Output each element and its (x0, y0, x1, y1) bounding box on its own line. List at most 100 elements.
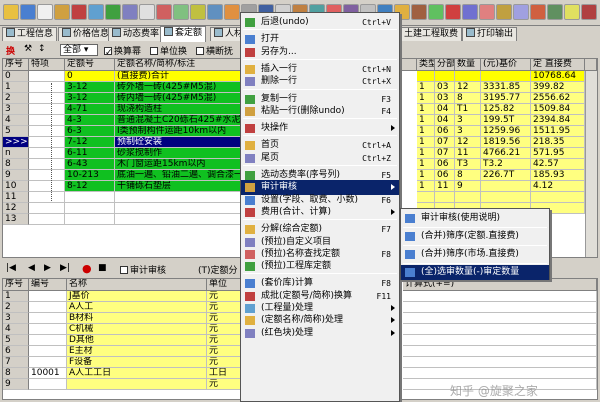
quota-name-cell[interactable]: 底油一遍、铅油二遍、调合漆一 (115, 170, 245, 181)
toolbar-button-icon[interactable] (139, 4, 155, 20)
price-cell[interactable]: 1259.96 (481, 126, 531, 137)
type-cell[interactable]: 1 (417, 82, 435, 93)
row-number[interactable]: 2 (3, 93, 29, 104)
sort-icon[interactable]: ↕ (38, 44, 46, 54)
quota-name-cell[interactable] (115, 203, 245, 214)
tab-print-output[interactable]: 打印输出 (462, 27, 518, 41)
special-cell[interactable] (29, 214, 65, 225)
toolbar-button-icon[interactable] (207, 4, 223, 20)
context-menu-item[interactable]: 另存为... (241, 45, 399, 60)
row-number[interactable]: 4 (3, 115, 29, 126)
row-number[interactable]: n (3, 148, 29, 159)
quota-code-cell[interactable]: 8-12 (65, 181, 115, 192)
type-cell[interactable]: 1 (417, 170, 435, 181)
qty-cell[interactable] (455, 192, 481, 203)
row-number[interactable]: 3 (3, 104, 29, 115)
context-menu-item[interactable]: 尾页 Ctrl+Z (241, 151, 399, 166)
special-cell[interactable] (29, 159, 65, 170)
direct-cost-cell[interactable]: 42.57 (531, 159, 585, 170)
type-cell[interactable]: 1 (417, 93, 435, 104)
type-cell[interactable]: 1 (417, 159, 435, 170)
toolbar-button-icon[interactable] (54, 4, 70, 20)
quota-name-cell[interactable] (115, 192, 245, 203)
part-cell[interactable]: 03 (435, 93, 455, 104)
audit-checkbox[interactable]: 审计审核 (120, 263, 166, 276)
row-number[interactable]: 5 (3, 126, 29, 137)
col-b-seq[interactable]: 序号 (3, 279, 29, 291)
quota-code-cell[interactable]: 4-3 (65, 115, 115, 126)
context-menu-item[interactable]: 块操作 (241, 121, 399, 136)
row-number[interactable]: 1 (3, 82, 29, 93)
special-cell[interactable] (29, 192, 65, 203)
special-cell[interactable] (29, 115, 65, 126)
price-cell[interactable] (481, 71, 531, 82)
quota-code-cell[interactable]: 4-71 (65, 104, 115, 115)
category-select[interactable]: 全部 ▾ (60, 44, 98, 56)
resource-row-number[interactable]: 9 (3, 379, 29, 390)
price-cell[interactable]: 4766.21 (481, 148, 531, 159)
context-menu-item[interactable]: 费用(合计、计算) (241, 205, 399, 220)
resource-name-cell[interactable]: A人工工日 (67, 368, 207, 379)
resource-name-cell[interactable]: B材料 (67, 313, 207, 324)
toolbar-button-icon[interactable] (445, 4, 461, 20)
quota-code-cell[interactable]: 10-213 (65, 170, 115, 181)
resource-code-cell[interactable] (29, 302, 67, 313)
resource-row-number[interactable]: 3 (3, 313, 29, 324)
direct-cost-cell[interactable]: 10768.64 (531, 71, 585, 82)
quota-code-cell[interactable]: 3-12 (65, 93, 115, 104)
price-cell[interactable]: 199.5T (481, 115, 531, 126)
col-b-formula[interactable]: 计算式(+=) (403, 279, 597, 291)
type-cell[interactable]: 1 (417, 126, 435, 137)
price-cell[interactable]: 1819.56 (481, 137, 531, 148)
toolbar-button-icon[interactable] (173, 4, 189, 20)
toolbar-button-icon[interactable] (37, 4, 53, 20)
toolbar-button-icon[interactable] (20, 4, 36, 20)
special-cell[interactable] (29, 126, 65, 137)
tab-project-info[interactable]: 工程信息 (2, 27, 58, 41)
resource-name-cell[interactable]: D其他 (67, 335, 207, 346)
type-cell[interactable]: 1 (417, 148, 435, 159)
special-cell[interactable] (29, 71, 65, 82)
toolbar-button-icon[interactable] (513, 4, 529, 20)
part-cell[interactable] (435, 71, 455, 82)
price-cell[interactable] (481, 181, 531, 192)
col-type[interactable]: 类型 (417, 59, 435, 71)
resource-name-cell[interactable]: J基价 (67, 291, 207, 302)
resource-row-number[interactable]: 4 (3, 324, 29, 335)
resource-code-cell[interactable] (29, 335, 67, 346)
swap-button[interactable]: 换 (6, 44, 15, 57)
toolbar-button-icon[interactable] (564, 4, 580, 20)
qty-cell[interactable]: 12 (455, 137, 481, 148)
direct-cost-cell[interactable] (531, 192, 585, 203)
context-menu-item[interactable]: 删除一行 Ctrl+X (241, 74, 399, 89)
quota-name-cell[interactable] (115, 214, 245, 225)
record-icon[interactable]: ● (82, 262, 92, 275)
submenu-item[interactable]: 审计审核(使用说明) (401, 211, 549, 226)
quota-code-cell[interactable]: 6-11 (65, 148, 115, 159)
quota-code-cell[interactable]: 7-12 (65, 137, 115, 148)
qty-cell[interactable]: T1 (455, 104, 481, 115)
col-name[interactable]: 定额名称/简称/标注 (115, 59, 245, 71)
formula-cell[interactable] (403, 346, 597, 357)
direct-cost-cell[interactable]: 185.93 (531, 170, 585, 181)
part-cell[interactable]: 07 (435, 148, 455, 159)
unit-checkbox[interactable]: 单位换 (150, 44, 187, 57)
type-cell[interactable] (417, 71, 435, 82)
row-number[interactable]: 13 (3, 214, 29, 225)
toolbar-button-icon[interactable] (156, 4, 172, 20)
part-cell[interactable]: 07 (435, 137, 455, 148)
toolbar-button-icon[interactable] (547, 4, 563, 20)
special-cell[interactable] (29, 104, 65, 115)
direct-cost-cell[interactable]: 4.12 (531, 181, 585, 192)
type-cell[interactable]: 1 (417, 181, 435, 192)
part-cell[interactable]: 06 (435, 126, 455, 137)
part-cell[interactable]: 06 (435, 170, 455, 181)
stop-icon[interactable]: ■ (98, 263, 107, 273)
row-number[interactable]: 9 (3, 170, 29, 181)
submenu-item[interactable]: (全)选审数量(-)审定数量 (401, 265, 549, 280)
toolbar-button-icon[interactable] (190, 4, 206, 20)
part-cell[interactable]: 11 (435, 181, 455, 192)
row-number[interactable]: 11 (3, 192, 29, 203)
quota-name-cell[interactable]: 砖内墙一砖(425#M5混) (115, 93, 245, 104)
resource-name-cell[interactable]: E主材 (67, 346, 207, 357)
